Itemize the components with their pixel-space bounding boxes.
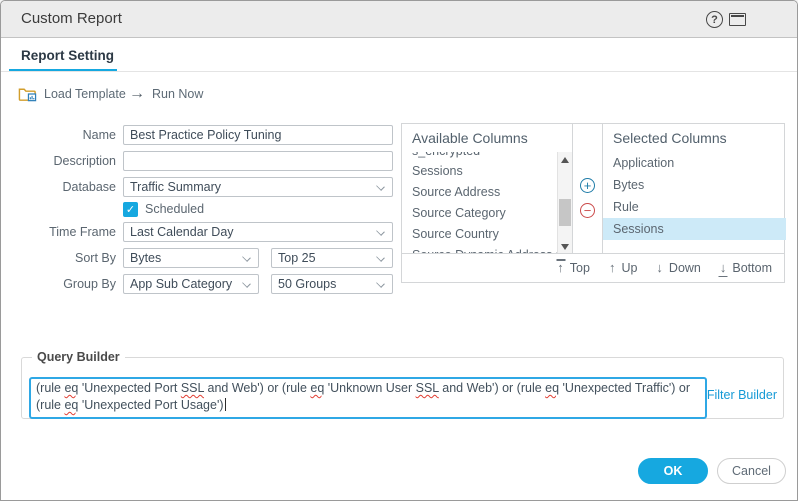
sort-by-value: Bytes <box>130 251 161 265</box>
query-builder-section: Query Builder (rule eq 'Unexpected Port … <box>21 350 784 419</box>
chevron-down-icon <box>376 253 385 262</box>
chevron-down-icon <box>376 227 385 236</box>
move-down-button[interactable]: ↓ Down <box>656 261 700 275</box>
scrollbar[interactable] <box>557 152 572 255</box>
list-item[interactable]: Source Address <box>402 182 558 203</box>
description-input[interactable] <box>123 151 393 171</box>
group-count-value: 50 Groups <box>278 277 336 291</box>
group-by-label: Group By <box>1 274 116 294</box>
column-order-toolbar: ↑ Top ↑ Up ↓ Down ↓ Bottom <box>402 253 784 282</box>
move-bottom-button[interactable]: ↓ Bottom <box>720 261 772 275</box>
move-down-icon: ↓ <box>656 261 663 275</box>
time-frame-value: Last Calendar Day <box>130 225 234 239</box>
list-item[interactable]: Sessions <box>603 218 786 240</box>
scheduled-checkbox[interactable]: ✓ <box>123 202 138 217</box>
selected-columns-panel: Selected Columns ApplicationBytesRuleSes… <box>602 124 786 255</box>
chevron-down-icon <box>242 279 251 288</box>
selected-columns-header: Selected Columns <box>613 130 727 146</box>
minus-icon: − <box>584 203 592 218</box>
available-columns-list: s_encrypted SessionsSource AddressSource… <box>402 152 558 255</box>
scheduled-label: Scheduled <box>145 200 204 219</box>
move-top-button[interactable]: ↑ Top <box>557 261 590 275</box>
dialog-title: Custom Report <box>21 1 122 37</box>
chevron-down-icon <box>242 253 251 262</box>
load-template-label: Load Template <box>44 87 126 101</box>
scrollbar-thumb[interactable] <box>559 199 571 226</box>
query-builder-legend: Query Builder <box>32 350 125 364</box>
scroll-up-icon[interactable] <box>561 157 569 163</box>
help-icon[interactable]: ? <box>706 11 723 28</box>
load-template-icon <box>18 86 37 102</box>
group-by-value: App Sub Category <box>130 277 232 291</box>
sort-top-value: Top 25 <box>278 251 316 265</box>
selected-columns-list: ApplicationBytesRuleSessions <box>603 152 786 240</box>
add-column-button[interactable]: + <box>580 178 595 193</box>
name-label: Name <box>1 125 116 145</box>
list-item[interactable]: Source Category <box>402 203 558 224</box>
name-input[interactable] <box>123 125 393 145</box>
sort-top-select[interactable]: Top 25 <box>271 248 393 268</box>
text-cursor <box>225 398 226 411</box>
database-value: Traffic Summary <box>130 180 221 194</box>
list-item[interactable]: Source Country <box>402 224 558 245</box>
sort-by-select[interactable]: Bytes <box>123 248 259 268</box>
move-up-button[interactable]: ↑ Up <box>609 261 637 275</box>
move-up-icon: ↑ <box>609 261 616 275</box>
move-top-icon: ↑ <box>557 261 564 275</box>
list-item[interactable]: Rule <box>603 196 786 218</box>
sort-by-label: Sort By <box>1 248 116 268</box>
list-item-clipped[interactable]: s_encrypted <box>402 152 558 161</box>
time-frame-label: Time Frame <box>1 222 116 242</box>
database-label: Database <box>1 177 116 197</box>
list-item[interactable]: Application <box>603 152 786 174</box>
query-input[interactable]: (rule eq 'Unexpected Port SSL and Web') … <box>29 377 707 419</box>
chevron-down-icon <box>376 182 385 191</box>
list-item[interactable]: Sessions <box>402 161 558 182</box>
remove-column-button[interactable]: − <box>580 203 595 218</box>
custom-report-dialog: Custom Report ? Report Setting Load Temp… <box>0 0 798 501</box>
group-by-select[interactable]: App Sub Category <box>123 274 259 294</box>
cancel-button[interactable]: Cancel <box>717 458 786 484</box>
scroll-down-icon[interactable] <box>561 244 569 250</box>
tab-divider <box>1 71 798 72</box>
ok-button[interactable]: OK <box>638 458 708 484</box>
run-now-button[interactable]: → Run Now <box>129 84 203 104</box>
chevron-down-icon <box>376 279 385 288</box>
filter-builder-link[interactable]: Filter Builder <box>707 388 777 402</box>
plus-icon: + <box>584 178 592 193</box>
load-template-button[interactable]: Load Template <box>18 84 126 104</box>
run-now-label: Run Now <box>152 87 203 101</box>
columns-panel: Available Columns s_encrypted SessionsSo… <box>401 123 785 283</box>
time-frame-select[interactable]: Last Calendar Day <box>123 222 393 242</box>
description-label: Description <box>1 151 116 171</box>
run-now-icon: → <box>129 85 145 103</box>
help-glyph: ? <box>711 14 718 26</box>
group-count-select[interactable]: 50 Groups <box>271 274 393 294</box>
query-text: (rule eq 'Unexpected Port SSL and Web') … <box>36 381 690 412</box>
available-items-group: SessionsSource AddressSource CategorySou… <box>402 161 558 245</box>
move-bottom-icon: ↓ <box>720 261 727 275</box>
dialog-titlebar[interactable]: Custom Report ? <box>1 1 798 38</box>
list-item[interactable]: Bytes <box>603 174 786 196</box>
check-icon: ✓ <box>126 204 135 216</box>
tab-report-setting[interactable]: Report Setting <box>21 48 114 63</box>
database-select[interactable]: Traffic Summary <box>123 177 393 197</box>
available-columns-panel: Available Columns s_encrypted SessionsSo… <box>402 124 573 255</box>
window-icon[interactable] <box>729 13 746 26</box>
available-columns-header: Available Columns <box>412 130 528 146</box>
